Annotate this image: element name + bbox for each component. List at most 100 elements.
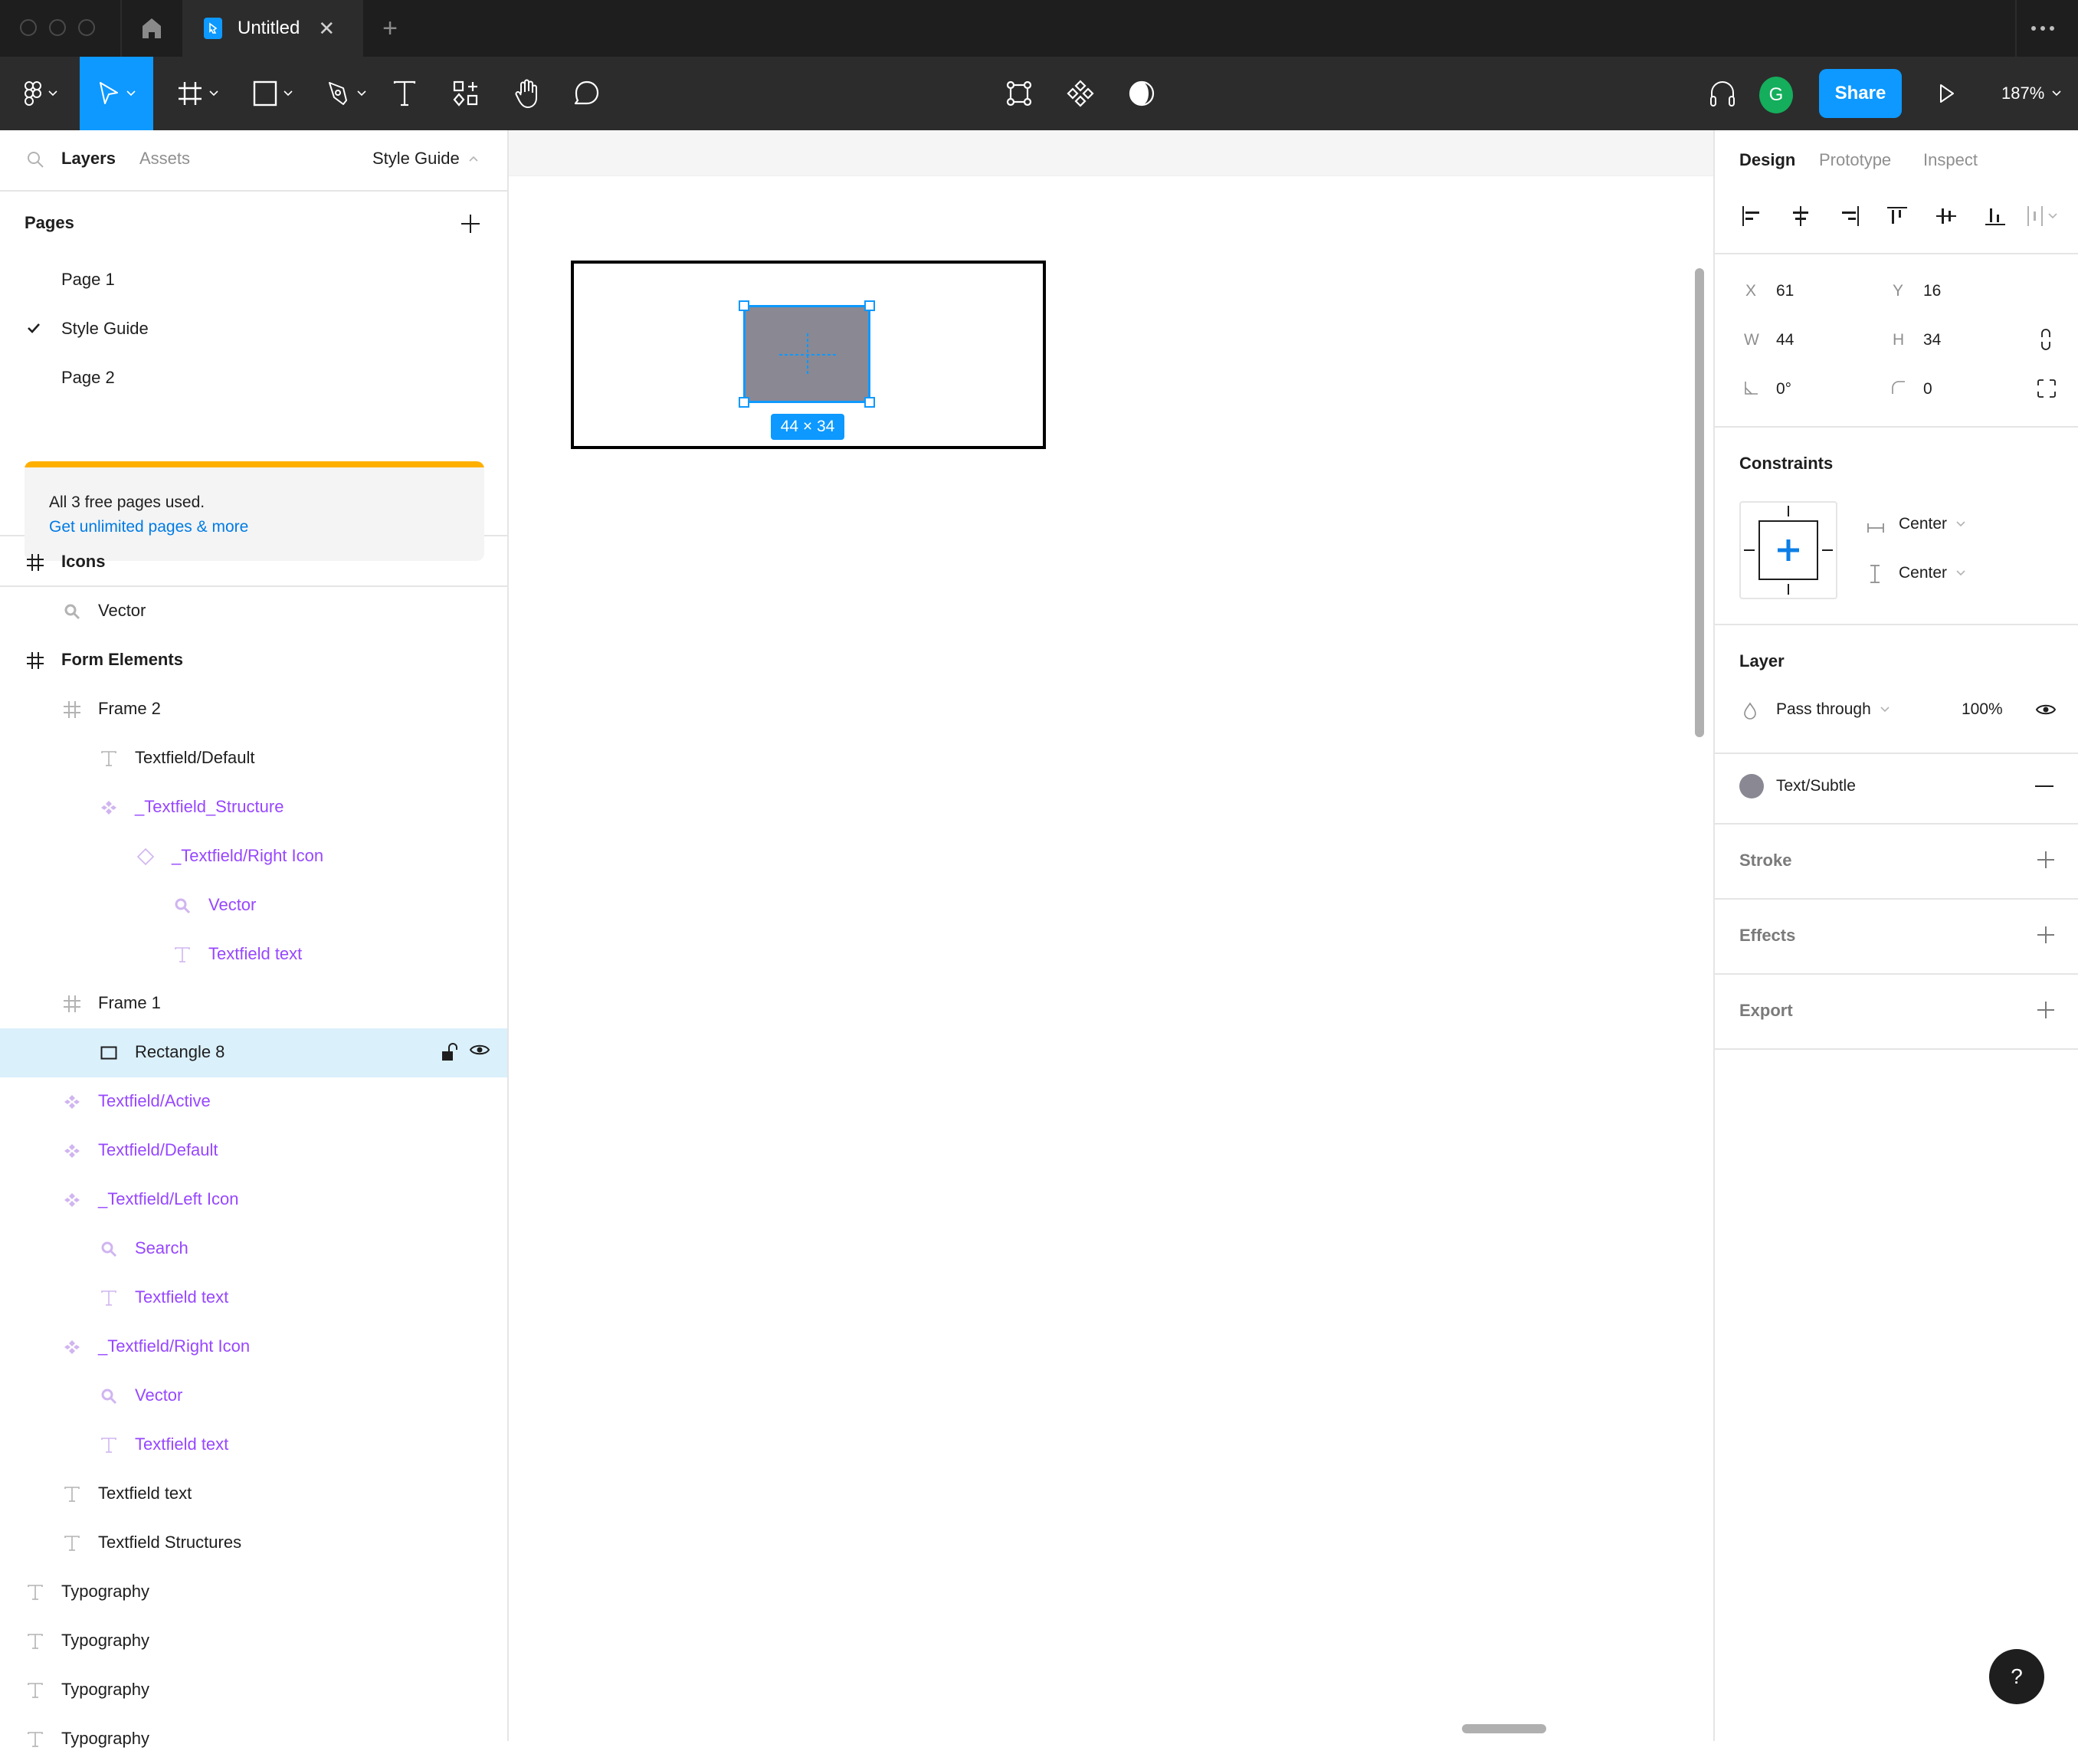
distribute-dropdown[interactable] — [2024, 201, 2064, 231]
more-options-icon[interactable] — [2023, 17, 2063, 40]
layer-row[interactable]: Textfield text — [0, 1421, 507, 1470]
width-input[interactable]: 44 — [1776, 331, 1794, 349]
create-component-button[interactable] — [1065, 57, 1096, 130]
layer-row[interactable]: Textfield/Default — [0, 734, 507, 783]
file-tab[interactable]: Untitled ✕ — [182, 0, 362, 57]
blend-mode-dropdown[interactable]: Pass through — [1776, 700, 1890, 719]
add-stroke-icon[interactable] — [2035, 849, 2057, 871]
tab-layers[interactable]: Layers — [61, 149, 116, 169]
canvas[interactable] — [509, 130, 1713, 1741]
mask-button[interactable] — [1126, 57, 1157, 130]
layer-row[interactable]: Typography — [0, 1617, 507, 1666]
add-page-icon[interactable] — [457, 210, 484, 238]
align-left-button[interactable] — [1736, 201, 1767, 231]
layer-row[interactable]: Vector — [0, 587, 507, 636]
align-right-button[interactable] — [1834, 201, 1865, 231]
layer-row[interactable]: Textfield Structures — [0, 1519, 507, 1568]
align-horizontal-center-button[interactable] — [1785, 201, 1816, 231]
layer-row[interactable]: Typography — [0, 1568, 507, 1617]
horizontal-constraint-dropdown[interactable]: Center — [1899, 515, 1965, 533]
vertical-constraint-dropdown[interactable]: Center — [1899, 564, 1965, 582]
user-avatar[interactable]: G — [1759, 77, 1793, 113]
page-selector[interactable]: Style Guide — [372, 149, 478, 169]
main-menu-button[interactable] — [15, 57, 66, 130]
layer-row[interactable]: Form Elements — [0, 636, 507, 685]
add-export-icon[interactable] — [2035, 999, 2057, 1021]
visibility-eye-icon[interactable] — [469, 1042, 490, 1057]
layer-row[interactable]: Textfield/Active — [0, 1077, 507, 1126]
window-close-button[interactable] — [20, 19, 37, 36]
rotation-input[interactable]: 0° — [1776, 380, 1791, 398]
resize-handle-top-right[interactable] — [864, 300, 875, 311]
layer-row[interactable]: Rectangle 8 — [0, 1028, 507, 1077]
frame-tool-button[interactable] — [169, 57, 227, 130]
layer-row[interactable]: Textfield text — [0, 1274, 507, 1323]
zoom-level-dropdown[interactable]: 187% — [2001, 57, 2061, 130]
comment-tool-button[interactable] — [572, 57, 602, 130]
layer-row[interactable]: _Textfield_Structure — [0, 783, 507, 832]
rectangle-8-selected[interactable] — [743, 305, 870, 403]
layer-row[interactable]: _Textfield/Right Icon — [0, 1323, 507, 1372]
present-button[interactable] — [1935, 57, 1958, 130]
constrain-proportions-icon[interactable] — [2040, 328, 2052, 351]
tab-assets[interactable]: Assets — [139, 149, 190, 169]
share-button[interactable]: Share — [1819, 69, 1902, 118]
layer-row[interactable]: Textfield/Default — [0, 1126, 507, 1175]
search-icon[interactable] — [26, 150, 44, 169]
y-input[interactable]: 16 — [1923, 282, 1941, 300]
layer-row[interactable]: _Textfield/Left Icon — [0, 1175, 507, 1225]
tab-inspect[interactable]: Inspect — [1923, 150, 1978, 170]
move-tool-button[interactable] — [80, 57, 153, 130]
resize-handle-bottom-right[interactable] — [864, 397, 875, 408]
unlock-icon[interactable] — [441, 1042, 458, 1062]
align-bottom-button[interactable] — [1980, 201, 2011, 231]
corner-radius-input[interactable]: 0 — [1923, 380, 1932, 398]
layer-row[interactable]: Search — [0, 1225, 507, 1274]
remove-fill-icon[interactable] — [2035, 785, 2053, 788]
independent-corners-icon[interactable] — [2037, 379, 2057, 398]
home-button[interactable] — [123, 0, 181, 57]
layer-row[interactable]: Typography — [0, 1715, 507, 1764]
constraints-widget[interactable] — [1739, 501, 1837, 599]
fill-style-name[interactable]: Text/Subtle — [1776, 777, 1856, 795]
layer-row[interactable]: Frame 2 — [0, 685, 507, 734]
audio-button[interactable] — [1706, 57, 1739, 130]
hand-tool-button[interactable] — [512, 57, 542, 130]
tab-design[interactable]: Design — [1739, 150, 1795, 170]
align-vertical-center-button[interactable] — [1931, 201, 1962, 231]
window-minimize-button[interactable] — [49, 19, 66, 36]
page-item[interactable]: Style Guide — [0, 307, 507, 352]
layer-row[interactable]: Vector — [0, 1372, 507, 1421]
align-top-button[interactable] — [1882, 201, 1912, 231]
resize-handle-top-left[interactable] — [739, 300, 749, 311]
upgrade-link[interactable]: Get unlimited pages & more — [49, 518, 248, 536]
tab-prototype[interactable]: Prototype — [1819, 150, 1891, 170]
vertical-scrollbar[interactable] — [1695, 268, 1704, 737]
layer-row[interactable]: Textfield text — [0, 1470, 507, 1519]
page-item[interactable]: Page 1 — [0, 257, 507, 303]
resize-handle-bottom-left[interactable] — [739, 397, 749, 408]
x-input[interactable]: 61 — [1776, 282, 1794, 300]
pen-tool-button[interactable] — [317, 57, 375, 130]
layer-row[interactable]: _Textfield/Right Icon — [0, 832, 507, 881]
layer-row[interactable]: Textfield text — [0, 930, 507, 979]
edit-object-button[interactable] — [1004, 57, 1034, 130]
layer-row[interactable]: Vector — [0, 881, 507, 930]
horizontal-scrollbar[interactable] — [1462, 1724, 1546, 1733]
close-tab-icon[interactable]: ✕ — [318, 17, 335, 41]
shape-tool-button[interactable] — [244, 57, 302, 130]
help-button[interactable]: ? — [1989, 1649, 2044, 1704]
opacity-input[interactable]: 100% — [1962, 700, 2003, 719]
visibility-eye-icon[interactable] — [2035, 702, 2057, 717]
fill-color-swatch[interactable] — [1739, 774, 1764, 798]
page-item[interactable]: Page 2 — [0, 356, 507, 402]
layer-row[interactable]: Frame 1 — [0, 979, 507, 1028]
text-tool-button[interactable] — [389, 57, 420, 130]
resources-tool-button[interactable] — [451, 57, 481, 130]
layer-row[interactable]: Icons — [0, 538, 507, 587]
add-effect-icon[interactable] — [2035, 924, 2057, 946]
new-tab-button[interactable]: + — [374, 12, 406, 44]
height-input[interactable]: 34 — [1923, 331, 1941, 349]
window-maximize-button[interactable] — [78, 19, 95, 36]
layer-row[interactable]: Typography — [0, 1666, 507, 1715]
